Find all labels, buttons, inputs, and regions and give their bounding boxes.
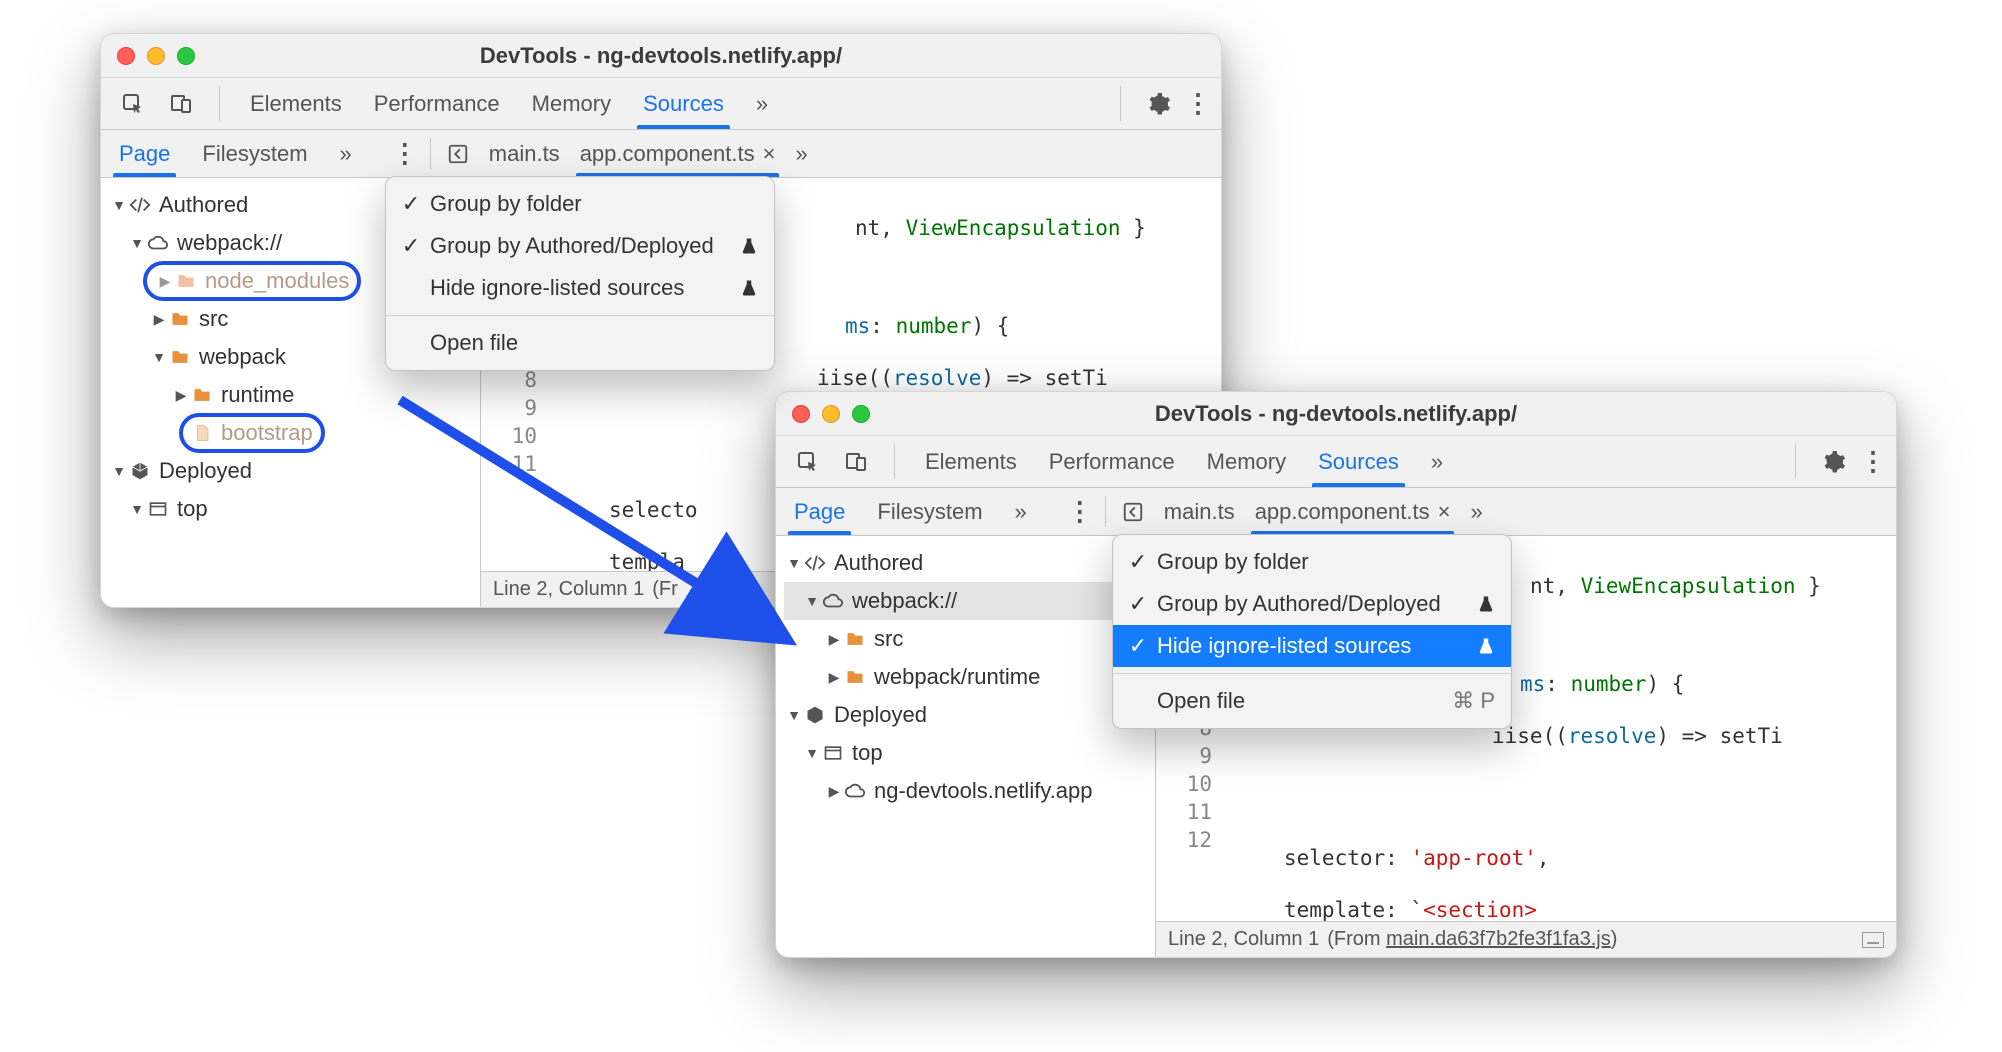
subtab-page[interactable]: Page: [115, 130, 174, 177]
flask-icon: [740, 237, 758, 255]
menu-hide-ignore[interactable]: ✓ Hide ignore-listed sources: [1113, 625, 1511, 667]
file-icon: [191, 422, 213, 444]
settings-icon[interactable]: [1147, 92, 1171, 116]
menu-group-authored[interactable]: ✓ Group by Authored/Deployed: [386, 225, 774, 267]
code-icon: [129, 194, 151, 216]
highlight-node-modules: ▶ node_modules: [143, 261, 361, 301]
menu-group-authored[interactable]: ✓ Group by Authored/Deployed: [1113, 583, 1511, 625]
cube-icon: [804, 704, 826, 726]
cloud-icon: [822, 590, 844, 612]
tab-sources[interactable]: Sources: [641, 78, 726, 129]
inspect-icon[interactable]: [786, 436, 830, 487]
flask-icon: [1477, 595, 1495, 613]
cube-icon: [129, 460, 151, 482]
context-menu: ✓ Group by folder ✓ Group by Authored/De…: [1112, 534, 1512, 729]
filetab-main[interactable]: main.ts: [489, 130, 560, 177]
tab-elements[interactable]: Elements: [923, 436, 1019, 487]
cloud-icon: [147, 232, 169, 254]
device-toggle-icon[interactable]: [834, 436, 878, 487]
close-icon[interactable]: ×: [763, 141, 776, 167]
menu-hide-ignore[interactable]: Hide ignore-listed sources: [386, 267, 774, 309]
tab-elements[interactable]: Elements: [248, 78, 344, 129]
folder-icon: [844, 628, 866, 650]
folder-icon: [169, 308, 191, 330]
folder-icon: [175, 270, 197, 292]
sources-subbar: Page Filesystem » ⋮ main.ts app.componen…: [776, 488, 1896, 536]
sources-subbar: Page Filesystem » ⋮ main.ts app.componen…: [101, 130, 1221, 178]
tree-authored[interactable]: ▼ Authored: [784, 544, 1149, 582]
device-toggle-icon[interactable]: [159, 78, 203, 129]
drawer-toggle-icon[interactable]: [1862, 932, 1884, 948]
tree-top[interactable]: ▼ top: [784, 734, 1149, 772]
inspect-icon[interactable]: [111, 78, 155, 129]
tab-overflow[interactable]: »: [1429, 436, 1445, 487]
tab-overflow[interactable]: »: [754, 78, 770, 129]
subtab-filesystem[interactable]: Filesystem: [198, 130, 311, 177]
tab-memory[interactable]: Memory: [530, 78, 613, 129]
settings-icon[interactable]: [1822, 450, 1846, 474]
menu-group-folder[interactable]: ✓ Group by folder: [386, 183, 774, 225]
filetab-app-component[interactable]: app.component.ts ×: [1255, 488, 1451, 535]
tab-performance[interactable]: Performance: [1047, 436, 1177, 487]
tree-deployed[interactable]: ▼ Deployed: [109, 452, 474, 490]
tree-domain[interactable]: ▶ ng-devtools.netlify.app: [784, 772, 1149, 810]
menu-open-file[interactable]: Open file: [386, 322, 774, 364]
filetab-overflow[interactable]: »: [1470, 499, 1482, 525]
tree-webpack-runtime[interactable]: ▶ webpack/runtime: [784, 658, 1149, 696]
sourcemap-link[interactable]: main.da63f7b2fe3f1fa3.js: [1386, 928, 1611, 950]
statusbar: Line 2, Column 1 (From main.da63f7b2fe3f…: [1156, 921, 1896, 957]
filetab-overflow[interactable]: »: [795, 141, 807, 167]
nav-back-icon[interactable]: [447, 143, 469, 165]
more-icon[interactable]: ⋮: [1185, 88, 1211, 119]
tree-bootstrap[interactable]: bootstrap: [109, 414, 474, 452]
highlight-bootstrap: bootstrap: [179, 413, 325, 453]
code-icon: [804, 552, 826, 574]
sidebar-more-icon[interactable]: ⋮: [392, 138, 418, 169]
tree-webpack[interactable]: ▼ webpack://: [784, 582, 1149, 620]
devtools-window-after: DevTools - ng-devtools.netlify.app/ Elem…: [775, 391, 1897, 958]
folder-icon: [844, 666, 866, 688]
frame-icon: [147, 498, 169, 520]
window-title: DevTools - ng-devtools.netlify.app/: [101, 43, 1221, 69]
window-title: DevTools - ng-devtools.netlify.app/: [776, 401, 1896, 427]
nav-back-icon[interactable]: [1122, 501, 1144, 523]
titlebar[interactable]: DevTools - ng-devtools.netlify.app/: [776, 392, 1896, 436]
flask-icon: [740, 279, 758, 297]
panel-tabs: Elements Performance Memory Sources » ⋮: [101, 78, 1221, 130]
panel-tabs: Elements Performance Memory Sources » ⋮: [776, 436, 1896, 488]
tab-memory[interactable]: Memory: [1205, 436, 1288, 487]
tab-performance[interactable]: Performance: [372, 78, 502, 129]
subtab-overflow[interactable]: »: [336, 130, 356, 177]
flask-icon: [1477, 637, 1495, 655]
tree-deployed[interactable]: ▼ Deployed: [784, 696, 1149, 734]
cloud-icon: [844, 780, 866, 802]
tab-sources[interactable]: Sources: [1316, 436, 1401, 487]
menu-open-file[interactable]: Open file ⌘ P: [1113, 680, 1511, 722]
close-icon[interactable]: ×: [1438, 499, 1451, 525]
sources-tree: ▼ Authored ▼ webpack:// ▶: [776, 536, 1156, 957]
subtab-filesystem[interactable]: Filesystem: [873, 488, 986, 535]
folder-icon: [191, 384, 213, 406]
subtab-overflow[interactable]: »: [1011, 488, 1031, 535]
filetab-app-component[interactable]: app.component.ts ×: [580, 130, 776, 177]
context-menu: ✓ Group by folder ✓ Group by Authored/De…: [385, 176, 775, 371]
tree-src[interactable]: ▶ src: [784, 620, 1149, 658]
more-icon[interactable]: ⋮: [1860, 446, 1886, 477]
titlebar[interactable]: DevTools - ng-devtools.netlify.app/: [101, 34, 1221, 78]
subtab-page[interactable]: Page: [790, 488, 849, 535]
folder-icon: [169, 346, 191, 368]
frame-icon: [822, 742, 844, 764]
tree-top[interactable]: ▼ top: [109, 490, 474, 528]
tree-runtime[interactable]: ▶ runtime: [109, 376, 474, 414]
sidebar-more-icon[interactable]: ⋮: [1067, 496, 1093, 527]
filetab-main[interactable]: main.ts: [1164, 488, 1235, 535]
menu-group-folder[interactable]: ✓ Group by folder: [1113, 541, 1511, 583]
